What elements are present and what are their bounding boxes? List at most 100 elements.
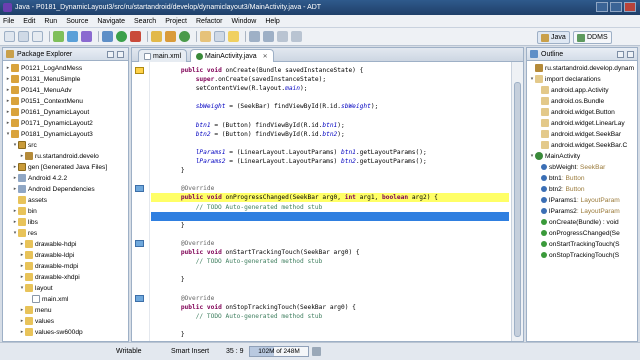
avd-manager-icon[interactable]	[67, 31, 78, 42]
package-explorer-header[interactable]: Package Explorer	[3, 48, 128, 61]
tree-item[interactable]: onStopTrackingTouch(S	[535, 250, 619, 260]
lint-icon[interactable]	[81, 31, 92, 42]
new-class-icon[interactable]	[179, 31, 190, 42]
tree-item[interactable]: ▸ values-sw600dp	[19, 327, 83, 337]
menu-edit[interactable]: Edit	[23, 18, 35, 25]
tree-item[interactable]: ▾ MainActivity	[529, 151, 580, 161]
forward-icon[interactable]	[291, 31, 302, 42]
menu-project[interactable]: Project	[165, 18, 187, 25]
tree-item[interactable]: android.widget.Button	[535, 107, 615, 117]
close-tab-icon[interactable]: ✕	[263, 53, 268, 60]
tree-item[interactable]: ▸ gen [Generated Java Files]	[12, 162, 107, 172]
code-line[interactable]: @Override	[151, 239, 509, 248]
menu-run[interactable]: Run	[44, 18, 57, 25]
tree-item[interactable]: ▸ P0151_ContextMenu	[5, 96, 83, 106]
code-line[interactable]: public void onStopTrackingTouch(SeekBar …	[151, 303, 509, 312]
code-line[interactable]: sbWeight = (SeekBar) findViewById(R.id.s…	[151, 102, 509, 111]
tree-item[interactable]: lParams1 : LayoutParam	[535, 195, 620, 205]
tree-item[interactable]: ▾ layout	[19, 283, 53, 293]
tree-item[interactable]: ▸ bin	[12, 206, 37, 216]
code-area[interactable]: public void onCreate(Bundle savedInstanc…	[151, 62, 509, 341]
toggle-mark-occurrences-icon[interactable]	[228, 31, 239, 42]
tree-item[interactable]: ▸ P0171_DynamicLayout2	[5, 118, 93, 128]
tree-item[interactable]: ▸ ru.startandroid.develo	[19, 151, 99, 161]
code-line[interactable]: setContentView(R.layout.main);	[151, 84, 509, 93]
override-marker-icon[interactable]	[135, 67, 144, 74]
save-icon[interactable]	[18, 31, 29, 42]
menu-window[interactable]: Window	[231, 18, 256, 25]
code-line[interactable]: public void onStartTrackingTouch(SeekBar…	[151, 248, 509, 257]
editor-tab[interactable]: MainActivity.java ✕	[190, 49, 274, 62]
editor-tab[interactable]: main.xml	[138, 49, 188, 62]
code-line[interactable]: public void onProgressChanged(SeekBar ar…	[151, 193, 509, 203]
tree-item[interactable]: ▸ P0141_MenuAdv	[5, 85, 72, 95]
tree-item[interactable]: ▾ import declarations	[529, 74, 601, 84]
code-line[interactable]	[151, 211, 509, 221]
tree-item[interactable]: onStartTrackingTouch(S	[535, 239, 620, 249]
external-tools-icon[interactable]	[130, 31, 141, 42]
scrollbar-thumb[interactable]	[514, 82, 521, 337]
back-icon[interactable]	[277, 31, 288, 42]
search-icon[interactable]	[214, 31, 225, 42]
code-line[interactable]: }	[151, 275, 509, 284]
tree-item[interactable]: ▸ libs	[12, 217, 38, 227]
override-marker-icon[interactable]	[135, 239, 144, 247]
heap-status[interactable]: 102M of 248M	[249, 346, 309, 357]
android-sdk-icon[interactable]	[53, 31, 64, 42]
code-line[interactable]	[151, 230, 509, 239]
tree-item[interactable]: onProgressChanged(Se	[535, 228, 620, 238]
code-line[interactable]: btn1 = (Button) findViewById(R.id.btn1);	[151, 121, 509, 130]
code-line[interactable]	[151, 266, 509, 275]
code-line[interactable]: }	[151, 166, 509, 175]
code-line[interactable]: @Override	[151, 184, 509, 193]
override-marker-icon[interactable]	[135, 185, 144, 193]
tree-item[interactable]: ▸ P0121_LogAndMess	[5, 63, 82, 73]
run-icon[interactable]	[116, 31, 127, 42]
code-line[interactable]: }	[151, 221, 509, 230]
tree-item[interactable]: android.app.Activity	[535, 85, 609, 95]
tree-item[interactable]: ▸ Android Dependencies	[12, 184, 95, 194]
menu-help[interactable]: Help	[265, 18, 279, 25]
minimize-view-icon[interactable]	[617, 51, 624, 58]
tree-item[interactable]: sbWeight : SeekBar	[535, 162, 605, 172]
tree-item[interactable]: assets	[12, 195, 47, 205]
debug-icon[interactable]	[102, 31, 113, 42]
previous-annotation-icon[interactable]	[263, 31, 274, 42]
ddms-perspective-button[interactable]: DDMS	[573, 31, 612, 44]
next-annotation-icon[interactable]	[249, 31, 260, 42]
code-line[interactable]: @Override	[151, 294, 509, 303]
code-line[interactable]: // TODO Auto-generated method stub	[151, 257, 509, 266]
code-line[interactable]	[151, 321, 509, 330]
close-button[interactable]	[624, 2, 636, 12]
garbage-collect-icon[interactable]	[312, 347, 321, 356]
open-type-icon[interactable]	[200, 31, 211, 42]
java-perspective-button[interactable]: Java	[537, 31, 570, 44]
code-line[interactable]	[151, 139, 509, 148]
code-line[interactable]: }	[151, 330, 509, 339]
tree-item[interactable]: ▸ Android 4.2.2	[12, 173, 67, 183]
tree-item[interactable]: ▾ res	[12, 228, 37, 238]
code-line[interactable]	[151, 284, 509, 293]
maximize-view-icon[interactable]	[117, 51, 124, 58]
code-line[interactable]	[151, 175, 509, 184]
tree-item[interactable]: lParams2 : LayoutParam	[535, 206, 620, 216]
code-line[interactable]: // TODO Auto-generated method stub	[151, 203, 509, 212]
outline-header[interactable]: Outline	[527, 48, 637, 61]
tree-item[interactable]: btn2 : Button	[535, 184, 585, 194]
code-line[interactable]	[151, 93, 509, 102]
tree-item[interactable]: main.xml	[26, 294, 68, 304]
menu-file[interactable]: File	[3, 18, 14, 25]
menu-refactor[interactable]: Refactor	[196, 18, 222, 25]
maximize-button[interactable]	[610, 2, 622, 12]
tree-item[interactable]: ▸ drawable-hdpi	[19, 239, 76, 249]
tree-item[interactable]: ▸ values	[19, 316, 54, 326]
code-line[interactable]: // TODO Auto-generated method stub	[151, 312, 509, 321]
tree-item[interactable]: ▸ drawable-mdpi	[19, 261, 78, 271]
tree-item[interactable]: ▾ src	[12, 140, 37, 150]
tree-item[interactable]: ru.startandroid.develop.dynam	[529, 63, 634, 73]
tree-item[interactable]: android.widget.LinearLay	[535, 118, 625, 128]
tree-item[interactable]: onCreate(Bundle) : void	[535, 217, 619, 227]
tree-item[interactable]: ▸ drawable-ldpi	[19, 250, 74, 260]
new-java-project-icon[interactable]	[151, 31, 162, 42]
new-package-icon[interactable]	[165, 31, 176, 42]
